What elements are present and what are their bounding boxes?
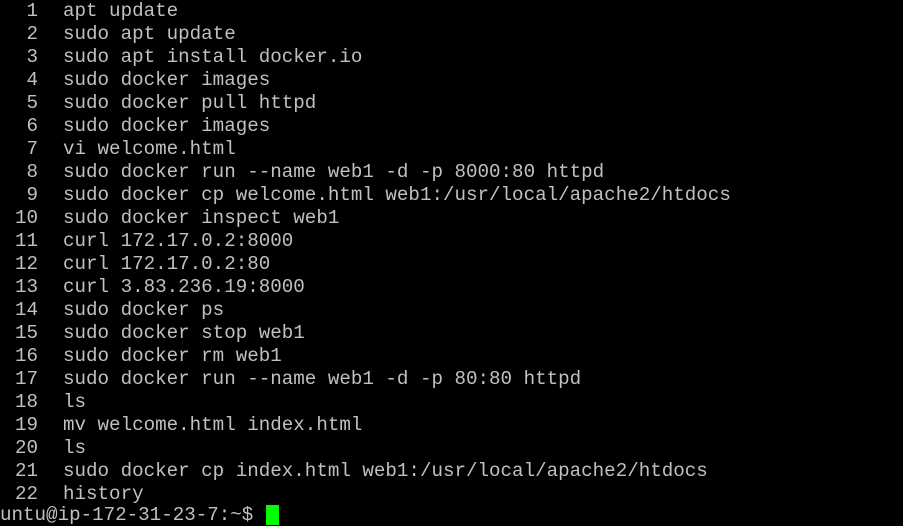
history-line-number: 7 <box>26 138 38 160</box>
history-line-number: 17 <box>14 368 38 390</box>
line-spacer <box>38 299 63 322</box>
history-line-number: 19 <box>14 414 38 436</box>
history-command: history <box>63 483 144 505</box>
history-command: sudo docker ps <box>63 299 225 321</box>
history-command: mv welcome.html index.html <box>63 414 363 436</box>
text-cursor <box>266 505 280 525</box>
history-line-number: 15 <box>14 322 38 344</box>
history-line-number: 6 <box>26 115 38 137</box>
line-spacer <box>38 161 63 184</box>
history-command: sudo docker run --name web1 -d -p 80:80 … <box>63 368 582 390</box>
line-spacer <box>38 138 63 161</box>
history-line: 17 sudo docker run --name web1 -d -p 80:8… <box>0 368 731 391</box>
history-line-number: 10 <box>14 207 38 229</box>
line-spacer <box>38 368 63 391</box>
history-line: 7 vi welcome.html <box>0 138 731 161</box>
line-spacer <box>38 184 63 207</box>
history-line-number: 1 <box>26 0 38 22</box>
history-line-number: 20 <box>14 437 38 459</box>
history-command: apt update <box>63 0 179 22</box>
history-command: vi welcome.html <box>63 138 236 160</box>
line-spacer <box>38 276 63 299</box>
history-command: sudo apt install docker.io <box>63 46 363 68</box>
line-spacer <box>38 437 63 460</box>
line-spacer <box>38 483 63 506</box>
history-command: ls <box>63 391 87 413</box>
history-line: 5 sudo docker pull httpd <box>0 92 731 115</box>
history-command: sudo docker cp index.html web1:/usr/loca… <box>63 460 708 482</box>
history-command: sudo docker pull httpd <box>63 92 317 114</box>
terminal-window[interactable]: 1 apt update 2 sudo apt update 3 sudo apt ins… <box>0 0 903 526</box>
history-line-number: 4 <box>26 69 38 91</box>
line-spacer <box>38 92 63 115</box>
history-line: 2 sudo apt update <box>0 23 731 46</box>
history-line-number: 3 <box>26 46 38 68</box>
history-line-number: 22 <box>14 483 38 505</box>
history-line: 9 sudo docker cp welcome.html web1:/usr/l… <box>0 184 731 207</box>
history-command: ls <box>63 437 87 459</box>
history-line: 18 ls <box>0 391 731 414</box>
line-spacer <box>38 414 63 437</box>
history-line: 22 history <box>0 483 731 506</box>
history-command: curl 3.83.236.19:8000 <box>63 276 305 298</box>
history-line-number: 18 <box>14 391 38 413</box>
history-line: 6 sudo docker images <box>0 115 731 138</box>
history-line: 16 sudo docker rm web1 <box>0 345 731 368</box>
history-line: 3 sudo apt install docker.io <box>0 46 731 69</box>
history-line: 15 sudo docker stop web1 <box>0 322 731 345</box>
history-line: 4 sudo docker images <box>0 69 731 92</box>
line-spacer <box>38 23 63 46</box>
history-command: sudo apt update <box>63 23 236 45</box>
line-spacer <box>38 0 63 23</box>
line-spacer <box>38 230 63 253</box>
history-line-number: 9 <box>26 184 38 206</box>
history-line: 13 curl 3.83.236.19:8000 <box>0 276 731 299</box>
history-line: 8 sudo docker run --name web1 -d -p 8000:… <box>0 161 731 184</box>
history-line-number: 13 <box>14 276 38 298</box>
history-command: sudo docker cp welcome.html web1:/usr/lo… <box>63 184 731 206</box>
line-spacer <box>38 115 63 138</box>
history-line: 12 curl 172.17.0.2:80 <box>0 253 731 276</box>
history-line: 10 sudo docker inspect web1 <box>0 207 731 230</box>
history-line: 21 sudo docker cp index.html web1:/usr/lo… <box>0 460 731 483</box>
history-line: 1 apt update <box>0 0 731 23</box>
prompt-line[interactable]: untu@ip-172-31-23-7:~$ <box>0 504 280 526</box>
line-spacer <box>38 391 63 414</box>
history-line-number: 21 <box>14 460 38 482</box>
history-command: sudo docker images <box>63 115 271 137</box>
history-line-number: 5 <box>26 92 38 114</box>
history-line-number: 14 <box>14 299 38 321</box>
line-spacer <box>38 460 63 483</box>
history-line: 20 ls <box>0 437 731 460</box>
history-command: sudo docker inspect web1 <box>63 207 340 229</box>
history-line: 19 mv welcome.html index.html <box>0 414 731 437</box>
history-line-number: 11 <box>14 230 38 252</box>
line-spacer <box>38 69 63 92</box>
history-line: 11 curl 172.17.0.2:8000 <box>0 230 731 253</box>
history-line-number: 12 <box>14 253 38 275</box>
history-line-number: 8 <box>26 161 38 183</box>
history-command: sudo docker images <box>63 69 271 91</box>
history-output: 1 apt update 2 sudo apt update 3 sudo apt ins… <box>0 0 731 506</box>
line-spacer <box>38 345 63 368</box>
history-command: sudo docker rm web1 <box>63 345 282 367</box>
history-line-number: 2 <box>26 23 38 45</box>
shell-prompt: untu@ip-172-31-23-7:~$ <box>0 504 254 526</box>
line-spacer <box>38 253 63 276</box>
line-spacer <box>38 207 63 230</box>
history-line: 14 sudo docker ps <box>0 299 731 322</box>
history-command: curl 172.17.0.2:8000 <box>63 230 294 252</box>
line-spacer <box>38 322 63 345</box>
line-spacer <box>38 46 63 69</box>
history-command: sudo docker stop web1 <box>63 322 305 344</box>
history-command: sudo docker run --name web1 -d -p 8000:8… <box>63 161 605 183</box>
history-command: curl 172.17.0.2:80 <box>63 253 271 275</box>
history-line-number: 16 <box>14 345 38 367</box>
